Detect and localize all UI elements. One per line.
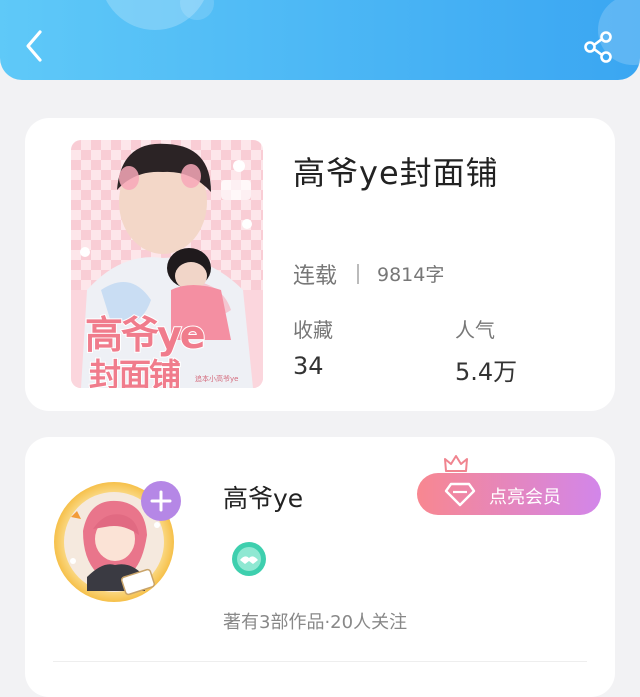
share-icon — [584, 31, 612, 63]
serial-status: 连载 — [293, 264, 338, 289]
activate-vip-button[interactable]: 点亮会员 — [417, 473, 601, 515]
popularity-value: 5.4万 — [455, 358, 518, 386]
book-title: 高爷ye封面铺 — [293, 154, 499, 192]
author-card: 高爷ye 点亮会员 著有3部作品·20人关注 — [25, 437, 615, 697]
handshake-badge-icon[interactable] — [231, 541, 267, 577]
cover-title-line2: 封面铺 — [88, 355, 182, 388]
follow-button[interactable] — [141, 481, 181, 521]
book-cover[interactable]: 高爷ye 封面铺 追本小高爷ye — [71, 140, 263, 388]
vip-button-label: 点亮会员 — [489, 487, 561, 508]
author-name[interactable]: 高爷ye — [223, 479, 303, 515]
author-stats: 著有3部作品·20人关注 — [223, 612, 408, 633]
diamond-icon — [444, 482, 476, 507]
divider — [357, 264, 359, 284]
back-button[interactable] — [16, 28, 52, 64]
share-button[interactable] — [582, 30, 616, 64]
crown-icon — [443, 453, 469, 475]
cover-small-text: 追本小高爷ye — [195, 375, 239, 383]
divider — [53, 661, 587, 662]
favorites-label: 收藏 — [293, 318, 333, 342]
chevron-left-icon — [26, 30, 42, 62]
favorites-value: 34 — [293, 352, 324, 380]
word-count: 9814字 — [377, 264, 445, 286]
popularity-label: 人气 — [455, 318, 495, 342]
book-info-card: 高爷ye 封面铺 追本小高爷ye 高爷ye封面铺 连载 9814字 收藏 34 … — [25, 118, 615, 411]
plus-icon — [150, 490, 172, 512]
top-bar — [0, 0, 640, 80]
